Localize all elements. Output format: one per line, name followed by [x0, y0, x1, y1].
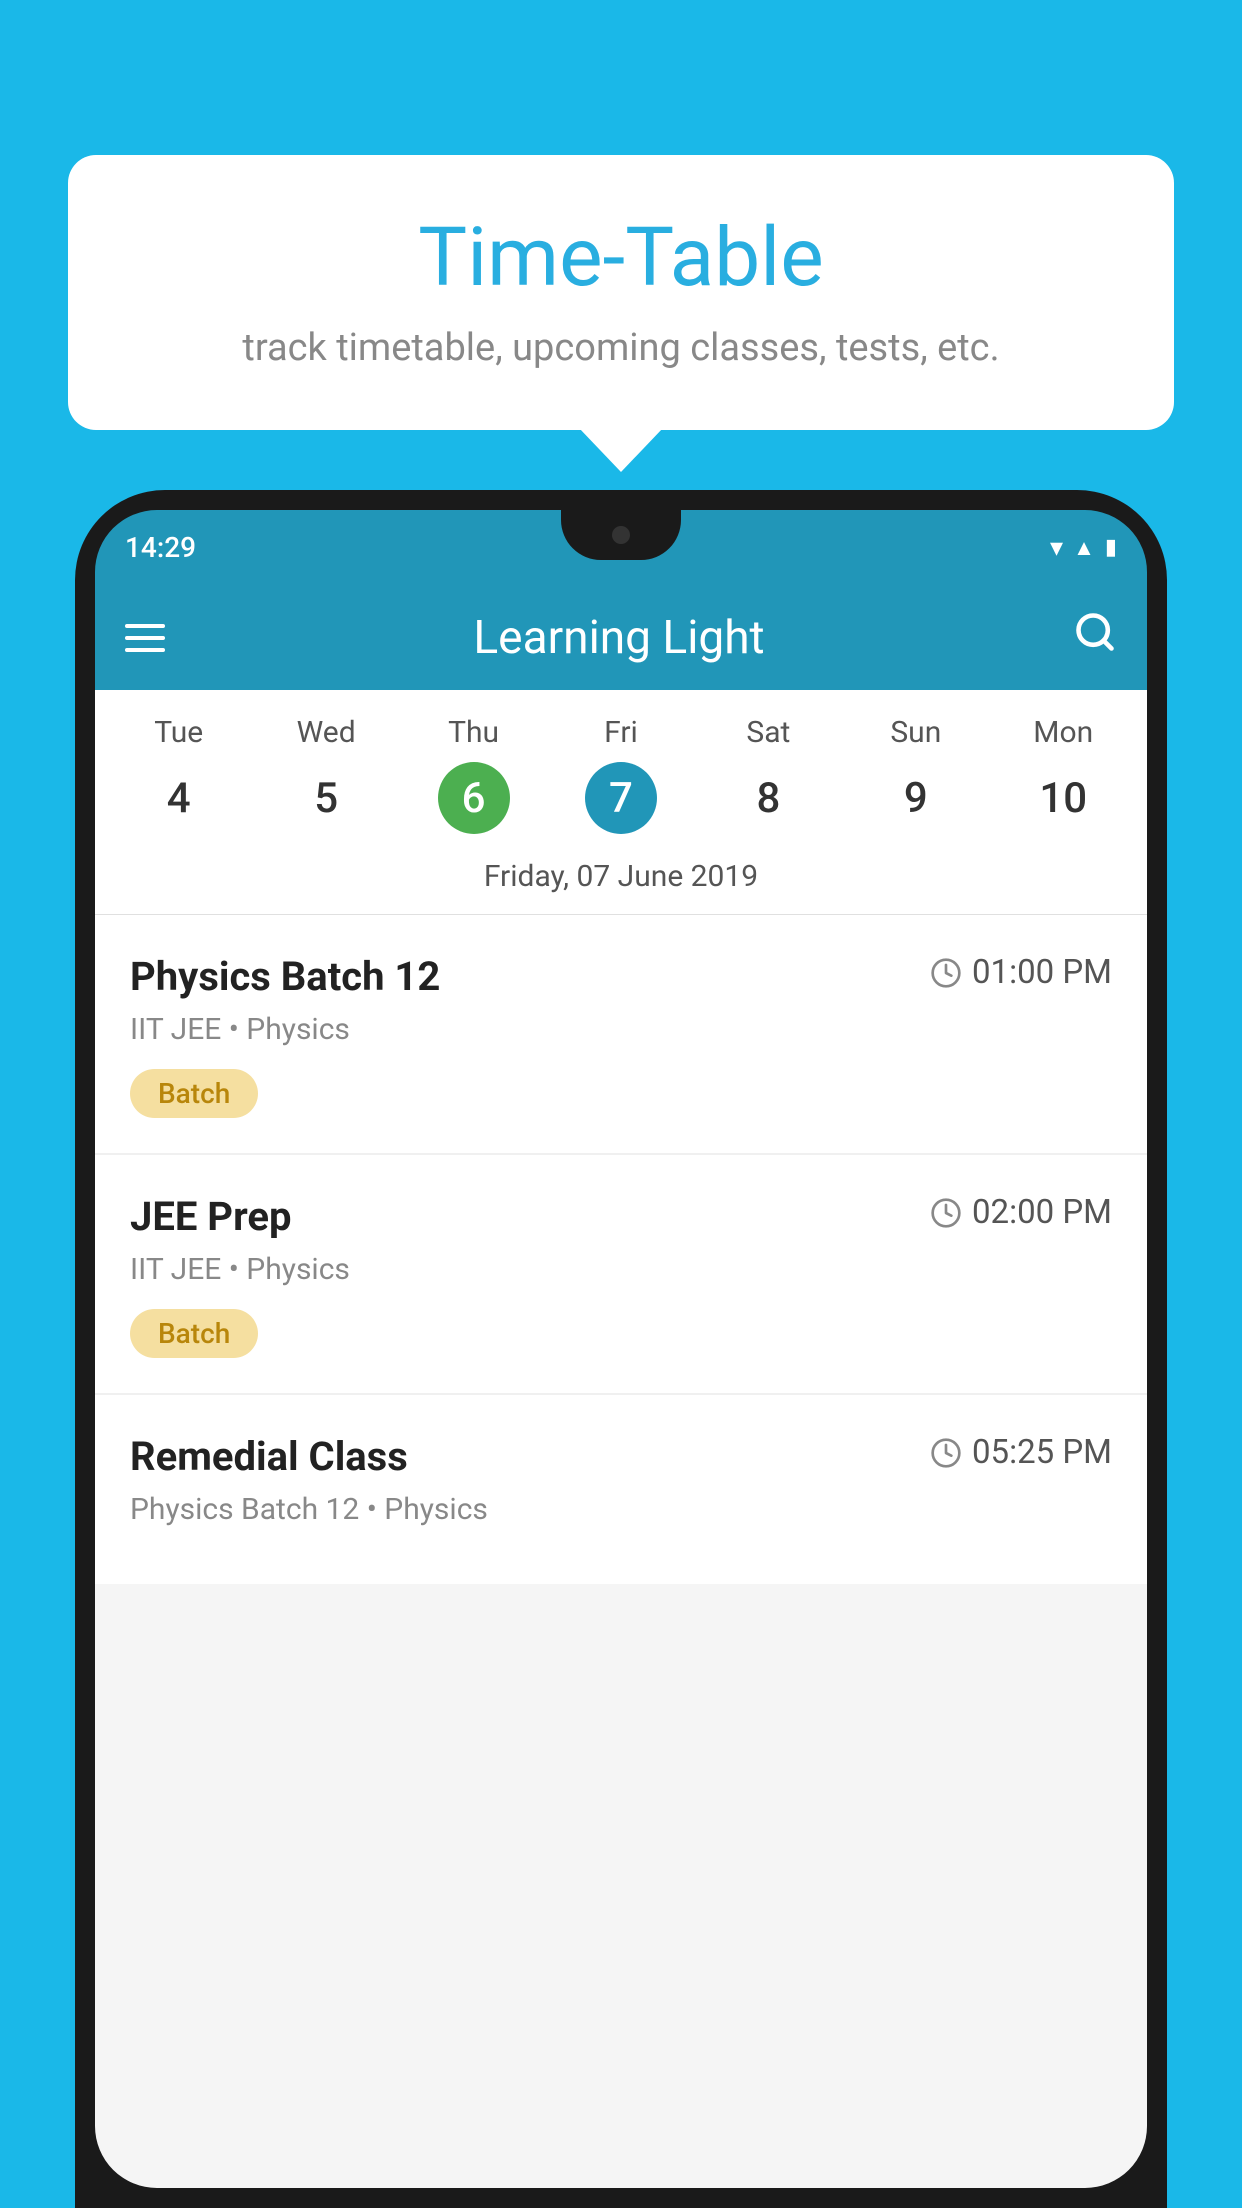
batch-badge: Batch	[130, 1309, 258, 1358]
tooltip-subtitle: track timetable, upcoming classes, tests…	[128, 326, 1114, 370]
schedule-item[interactable]: JEE Prep 02:00 PM IIT JEE • Physics Batch	[95, 1155, 1147, 1393]
schedule-time-value: 05:25 PM	[972, 1433, 1112, 1472]
hamburger-menu-icon[interactable]	[125, 624, 165, 652]
status-time: 14:29	[125, 531, 196, 564]
tooltip-card: Time-Table track timetable, upcoming cla…	[68, 155, 1174, 430]
day-col-sun[interactable]: Sun 9	[851, 715, 981, 834]
schedule-title: Remedial Class	[130, 1433, 408, 1480]
day-name: Fri	[604, 715, 638, 750]
day-name: Sun	[890, 715, 941, 750]
day-number: 4	[143, 762, 215, 834]
schedule-subtitle: IIT JEE • Physics	[130, 1012, 1112, 1047]
day-number: 10	[1027, 762, 1099, 834]
day-number: 6	[438, 762, 510, 834]
day-name: Sat	[746, 715, 790, 750]
schedule-time-value: 02:00 PM	[972, 1193, 1112, 1232]
schedule-item-header: Physics Batch 12 01:00 PM	[130, 953, 1112, 1000]
batch-badge: Batch	[130, 1069, 258, 1118]
days-row: Tue 4 Wed 5 Thu 6 Fri 7 Sat 8 Sun 9 Mon 10	[95, 715, 1147, 834]
day-number: 5	[290, 762, 362, 834]
status-icons: ▾ ▲ ▮	[1050, 533, 1117, 563]
calendar-header: Tue 4 Wed 5 Thu 6 Fri 7 Sat 8 Sun 9 Mon 10 Friday, 07…	[95, 690, 1147, 915]
schedule-time: 02:00 PM	[930, 1193, 1112, 1232]
day-name: Wed	[297, 715, 356, 750]
day-col-thu[interactable]: Thu 6	[409, 715, 539, 834]
day-name: Thu	[448, 715, 499, 750]
day-number: 7	[585, 762, 657, 834]
schedule-time: 01:00 PM	[930, 953, 1112, 992]
wifi-icon: ▾	[1050, 533, 1063, 563]
schedule-time-value: 01:00 PM	[972, 953, 1112, 992]
day-number: 9	[880, 762, 952, 834]
day-col-mon[interactable]: Mon 10	[998, 715, 1128, 834]
notch	[561, 510, 681, 560]
search-icon[interactable]	[1073, 610, 1117, 665]
day-number: 8	[732, 762, 804, 834]
day-name: Mon	[1033, 715, 1093, 750]
schedule-item-header: JEE Prep 02:00 PM	[130, 1193, 1112, 1240]
app-bar: Learning Light	[95, 585, 1147, 690]
day-col-sat[interactable]: Sat 8	[703, 715, 833, 834]
camera	[612, 526, 630, 544]
schedule-item[interactable]: Physics Batch 12 01:00 PM IIT JEE • Physic…	[95, 915, 1147, 1153]
day-col-fri[interactable]: Fri 7	[556, 715, 686, 834]
day-col-tue[interactable]: Tue 4	[114, 715, 244, 834]
app-screen: Learning Light Tue4Wed5Thu6Fri7Sat8Sun9M…	[95, 585, 1147, 2188]
battery-icon: ▮	[1105, 535, 1117, 560]
schedule-title: Physics Batch 12	[130, 953, 440, 1000]
tooltip-title: Time-Table	[128, 210, 1114, 306]
selected-date-label: Friday, 07 June 2019	[95, 849, 1147, 899]
status-bar: 14:29 ▾ ▲ ▮	[95, 510, 1147, 585]
day-col-wed[interactable]: Wed 5	[261, 715, 391, 834]
day-name: Tue	[154, 715, 203, 750]
schedule-item-header: Remedial Class 05:25 PM	[130, 1433, 1112, 1480]
schedule-title: JEE Prep	[130, 1193, 291, 1240]
schedule-list: Physics Batch 12 01:00 PM IIT JEE • Physic…	[95, 915, 1147, 1584]
signal-icon: ▲	[1073, 535, 1095, 561]
schedule-time: 05:25 PM	[930, 1433, 1112, 1472]
schedule-subtitle: Physics Batch 12 • Physics	[130, 1492, 1112, 1527]
app-title: Learning Light	[473, 611, 764, 665]
schedule-item[interactable]: Remedial Class 05:25 PM Physics Batch 12 •…	[95, 1395, 1147, 1584]
schedule-subtitle: IIT JEE • Physics	[130, 1252, 1112, 1287]
phone-frame: 14:29 ▾ ▲ ▮ Learning Light	[75, 490, 1167, 2208]
